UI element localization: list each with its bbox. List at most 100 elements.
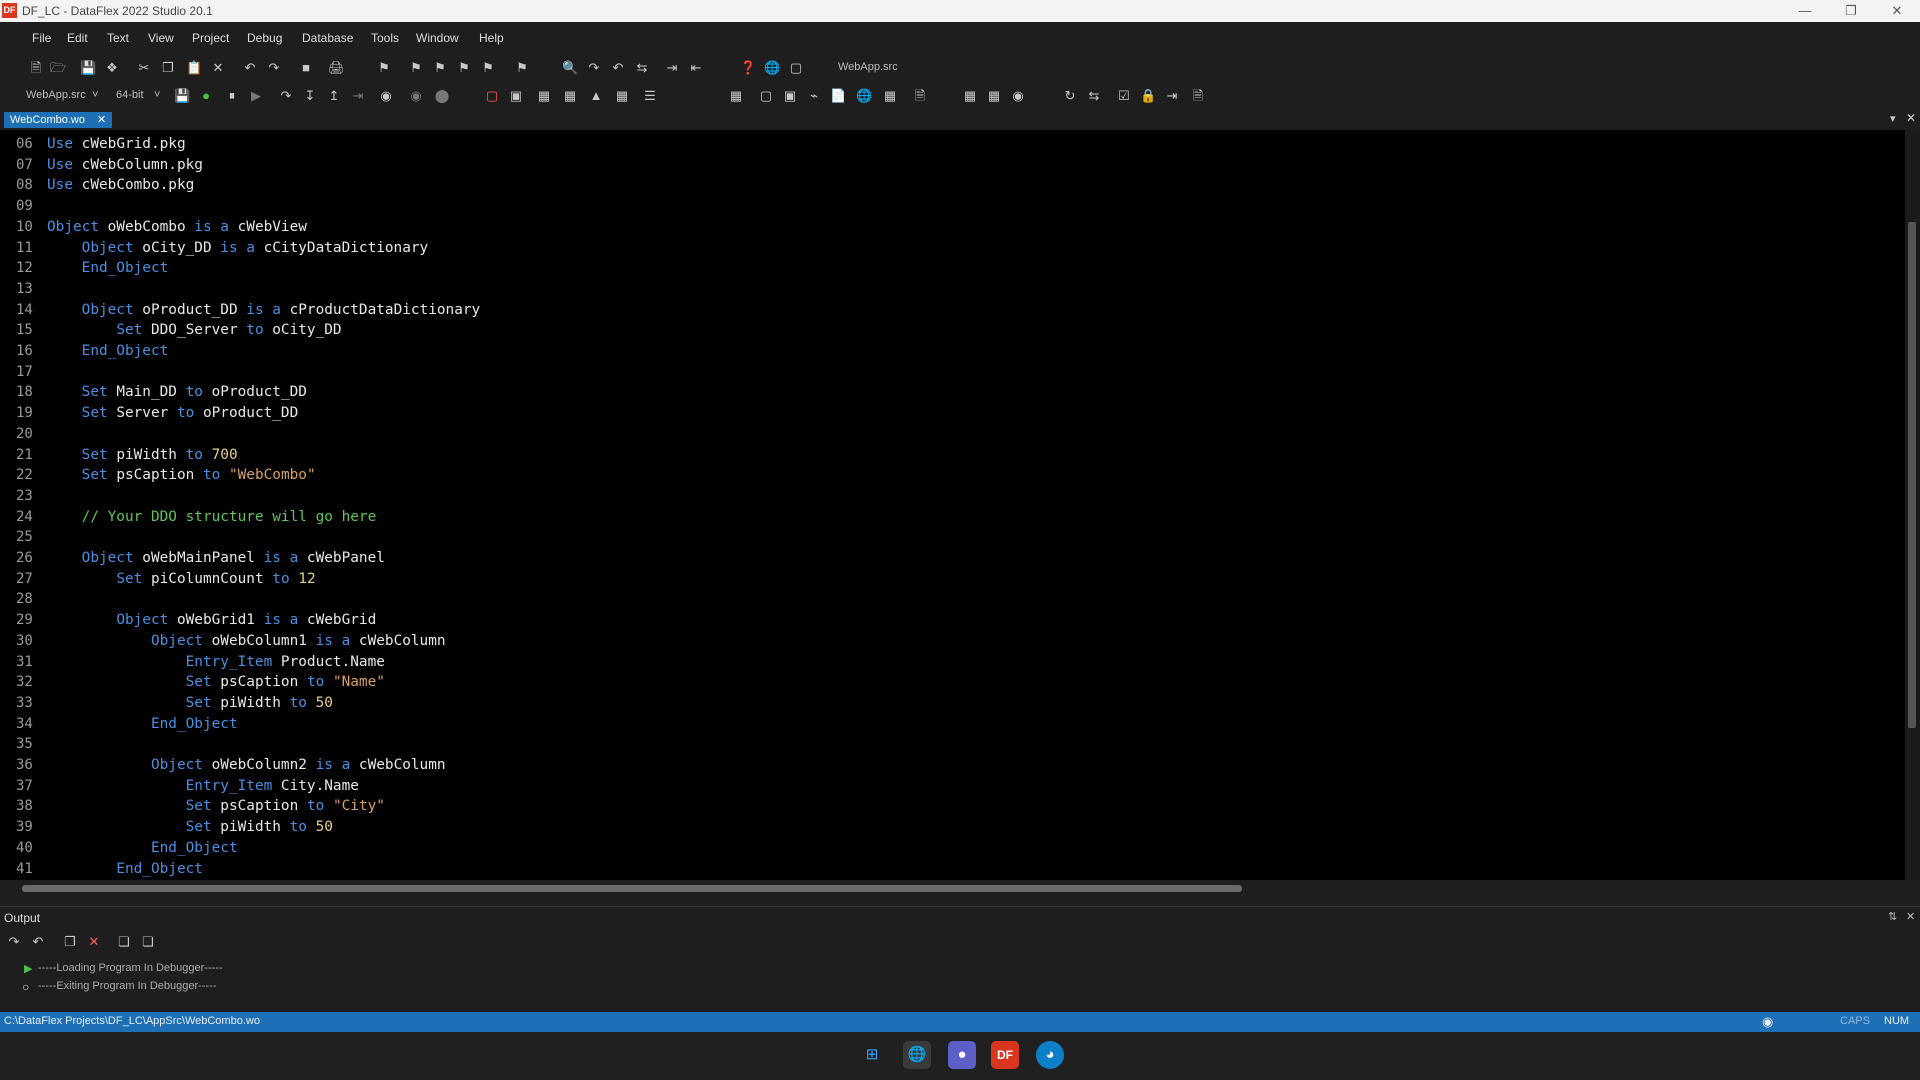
menu-help[interactable]: Help [479, 31, 504, 45]
code-line[interactable]: Object oWebCombo is a cWebView [47, 217, 307, 237]
project-combo-chevron-down-icon[interactable]: ˅ [92, 89, 98, 101]
run-to-cursor-icon[interactable]: ⇥ [350, 88, 366, 104]
pause-icon[interactable]: ⏸ [224, 88, 240, 104]
code-line[interactable]: Object oWebColumn1 is a cWebColumn [47, 631, 446, 651]
open-folder-icon[interactable]: 🗁 [50, 60, 66, 76]
code-line[interactable]: Set piWidth to 50 [47, 693, 333, 713]
find-next-icon[interactable]: ↷ [586, 60, 602, 76]
bookmark-next-icon[interactable]: ⚑ [408, 60, 424, 76]
code-line[interactable]: Set piWidth to 700 [47, 445, 238, 465]
code-line[interactable]: Set psCaption to "Name" [47, 672, 385, 692]
code-line[interactable]: Set DDO_Server to oCity_DD [47, 320, 341, 340]
code-editor[interactable]: 06 07 08 09 10 11 12 13 14 15 16 17 18 19 20 21 22 23 24 25… [0, 130, 1920, 897]
save-all-icon[interactable]: ❖ [104, 60, 120, 76]
dataflex-taskbar-icon[interactable]: DF [991, 1041, 1019, 1069]
tab-webcombo[interactable]: WebCombo.wo ✕ [4, 112, 113, 128]
minimize-icon[interactable]: — [1790, 2, 1820, 20]
code-line[interactable]: Entry_Item Product.Name [47, 652, 385, 672]
tab-list-chevron-down-icon[interactable]: ▾ [1890, 112, 1896, 125]
help-icon[interactable]: ❓ [740, 60, 756, 76]
bookmark-list-icon[interactable]: ⚑ [456, 60, 472, 76]
tab-close-icon[interactable]: ✕ [97, 112, 106, 128]
compile-icon[interactable]: 💾 [174, 88, 190, 104]
code-line[interactable]: Use cWebGrid.pkg [47, 134, 186, 154]
lock-icon[interactable]: 🔒 [1140, 88, 1156, 104]
outdent-icon[interactable]: ⇤ [688, 60, 704, 76]
step-out-icon[interactable]: ↥ [326, 88, 342, 104]
clear-output-icon[interactable]: ✕ [86, 934, 102, 950]
vertical-scroll-thumb[interactable] [1908, 222, 1916, 728]
redo-icon[interactable]: ↷ [266, 60, 282, 76]
close-icon[interactable]: ✕ [1882, 2, 1912, 20]
find-in-files-icon[interactable]: ⚑ [514, 60, 530, 76]
chart-icon[interactable]: ⌁ [806, 88, 822, 104]
platform-combo[interactable]: 64-bit [116, 89, 144, 101]
editor-horizontal-scrollbar[interactable] [0, 880, 1905, 896]
new-file-icon[interactable]: 🗎 [28, 60, 44, 76]
previous-error-icon[interactable]: ↶ [30, 934, 46, 950]
sync-icon[interactable]: ⇆ [1086, 88, 1102, 104]
page-icon[interactable]: 🗎 [1190, 88, 1206, 104]
menu-edit[interactable]: Edit [67, 31, 88, 45]
report-icon[interactable]: 📄 [830, 88, 846, 104]
code-line[interactable]: Entry_Item City.Name [47, 776, 359, 796]
run-icon[interactable]: ● [198, 88, 214, 104]
print-icon[interactable]: 🖨 [328, 60, 345, 76]
web-view-icon[interactable]: ▢ [484, 88, 500, 104]
menu-window[interactable]: Window [416, 31, 459, 45]
menu-text[interactable]: Text [107, 31, 129, 45]
edge-browser-icon[interactable]: ◕ [1036, 1041, 1064, 1069]
code-line[interactable]: Object oWebColumn2 is a cWebColumn [47, 755, 446, 775]
code-line[interactable]: End_Object [47, 714, 238, 734]
menu-project[interactable]: Project [192, 31, 229, 45]
indent-icon[interactable]: ⇥ [664, 60, 680, 76]
continue-icon[interactable]: ▶ [248, 88, 264, 104]
menu-view[interactable]: View [148, 31, 174, 45]
menu-tools[interactable]: Tools [371, 31, 399, 45]
web-icon[interactable]: 🌐 [764, 60, 780, 76]
code-line[interactable]: Set Main_DD to oProduct_DD [47, 382, 307, 402]
code-line[interactable]: Set piColumnCount to 12 [47, 569, 315, 589]
table-icon[interactable]: ▦ [614, 88, 630, 104]
find-prev-icon[interactable]: ↶ [610, 60, 626, 76]
code-line[interactable]: Object oWebMainPanel is a cWebPanel [47, 548, 385, 568]
code-line[interactable]: Set psCaption to "WebCombo" [47, 465, 316, 485]
code-line[interactable]: Use cWebColumn.pkg [47, 155, 203, 175]
grid2-icon[interactable]: ▦ [986, 88, 1002, 104]
horizontal-scroll-thumb[interactable] [22, 885, 1242, 892]
code-line[interactable]: Object oWebGrid1 is a cWebGrid [47, 610, 376, 630]
step-over-icon[interactable]: ↷ [278, 88, 294, 104]
export-icon[interactable]: ⇥ [1164, 88, 1180, 104]
project-combo[interactable]: WebApp.src [26, 89, 86, 101]
undo-icon[interactable]: ↶ [242, 60, 258, 76]
code-line[interactable]: Object oCity_DD is a cCityDataDictionary [47, 238, 429, 258]
replace-icon[interactable]: ⇆ [634, 60, 650, 76]
close-editor-icon[interactable]: ✕ [1906, 111, 1916, 125]
database-icon[interactable]: ▦ [882, 88, 898, 104]
grid-icon[interactable]: ▦ [962, 88, 978, 104]
code-line[interactable]: Set Server to oProduct_DD [47, 403, 299, 423]
pin-icon[interactable]: ⇅ [1888, 910, 1897, 923]
web-panel-icon[interactable]: ▦ [536, 88, 552, 104]
bookmark-icon[interactable]: ⚑ [376, 60, 392, 76]
document-icon[interactable]: 🗎 [912, 88, 928, 104]
globe-icon[interactable]: 🌐 [856, 88, 872, 104]
web-dialog-icon[interactable]: ▣ [508, 88, 524, 104]
bookmark-clear-icon[interactable]: ⚑ [480, 60, 496, 76]
code-line[interactable]: End_Object [47, 838, 238, 858]
menu-debug[interactable]: Debug [247, 31, 282, 45]
globe-app-icon[interactable]: 🌐 [903, 1041, 931, 1069]
restore-icon[interactable]: ❐ [1836, 2, 1866, 20]
paste-icon[interactable]: 📋 [186, 60, 202, 76]
find-icon[interactable]: 🔍 [562, 60, 578, 76]
code-line[interactable]: Set piWidth to 50 [47, 817, 333, 837]
platform-combo-chevron-down-icon[interactable]: ˅ [154, 89, 160, 101]
step-into-icon[interactable]: ↧ [302, 88, 318, 104]
web-grid-icon[interactable]: ▦ [562, 88, 578, 104]
expand-all-icon[interactable]: ❏ [116, 934, 132, 950]
code-line[interactable]: End_Object [47, 859, 203, 879]
menu-database[interactable]: Database [302, 31, 353, 45]
cut-icon[interactable]: ✂ [136, 60, 152, 76]
web-tree-icon[interactable]: ▲ [588, 88, 604, 104]
close-output-icon[interactable]: ✕ [1906, 910, 1915, 923]
